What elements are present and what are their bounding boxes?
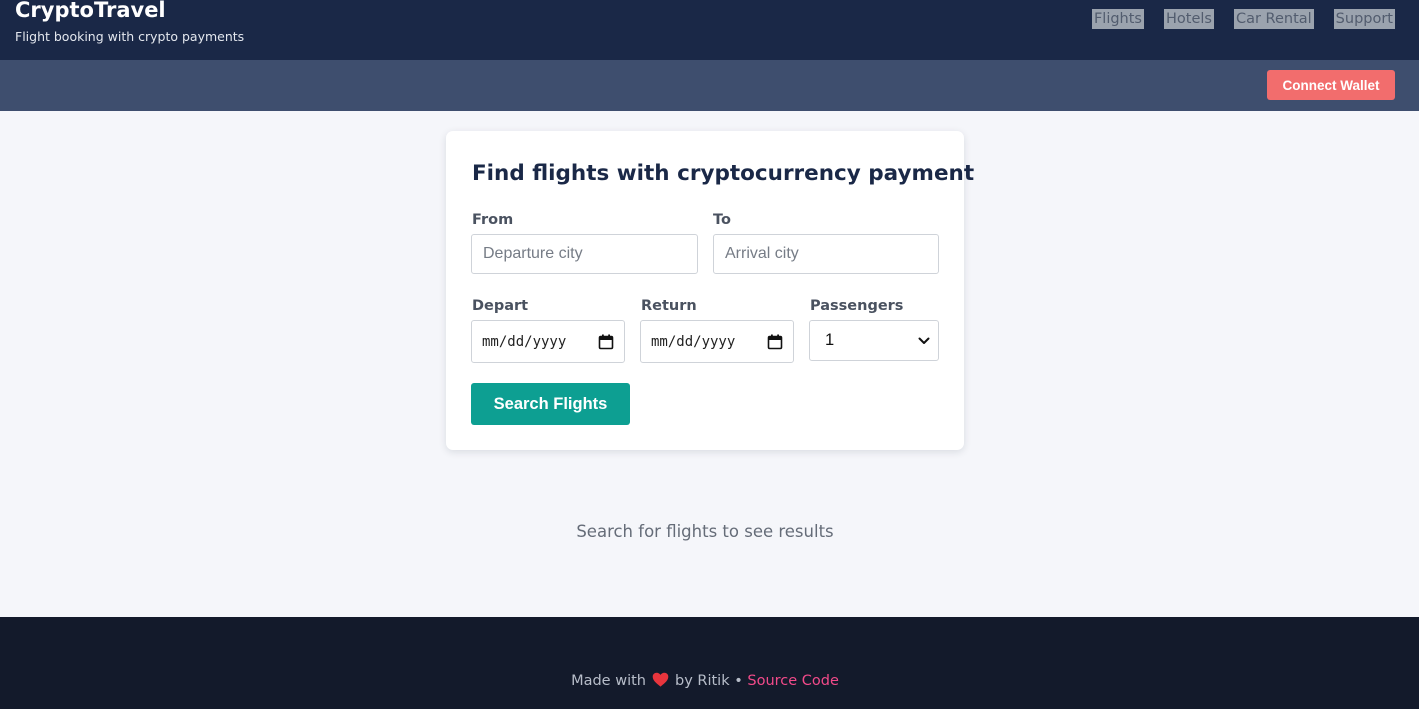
main-nav: Flights Hotels Car Rental Support [1072, 9, 1395, 29]
passengers-select[interactable]: 1 [809, 320, 939, 361]
flight-search-card: Find flights with cryptocurrency payment… [446, 131, 974, 450]
to-label: To [713, 212, 731, 228]
depart-date-input[interactable]: mm/dd/yyyy [471, 320, 625, 363]
source-code-link[interactable]: Source Code [747, 673, 839, 689]
footer-made-with: Made with [571, 673, 646, 689]
depart-date-value: mm/dd/yyyy [482, 333, 567, 350]
passengers-value: 1 [825, 331, 835, 349]
nav-link-car-rental[interactable]: Car Rental [1233, 9, 1314, 29]
nav-link-hotels[interactable]: Hotels [1163, 9, 1214, 29]
footer-author: by Ritik • [674, 673, 743, 689]
from-input[interactable] [471, 234, 698, 274]
search-heading: Find flights with cryptocurrency payment [472, 161, 975, 186]
top-navbar: CryptoTravel Flight booking with crypto … [0, 0, 1419, 60]
return-date-input[interactable]: mm/dd/yyyy [640, 320, 794, 363]
return-date-value: mm/dd/yyyy [651, 333, 736, 350]
footer: Made with by Ritik • Source Code [0, 617, 1419, 709]
return-label: Return [641, 298, 697, 314]
to-input[interactable] [713, 234, 939, 274]
brand-title[interactable]: CryptoTravel [15, 0, 166, 24]
footer-credits: Made with by Ritik • Source Code [0, 672, 1410, 689]
from-label: From [472, 212, 514, 228]
brand-subtitle: Flight booking with crypto payments [15, 29, 245, 44]
nav-link-flights[interactable]: Flights [1091, 9, 1144, 29]
search-flights-button[interactable]: Search Flights [471, 383, 630, 425]
nav-link-support[interactable]: Support [1333, 9, 1395, 29]
heart-icon [652, 672, 669, 687]
passengers-label: Passengers [810, 298, 904, 314]
wallet-bar: Connect Wallet [0, 60, 1419, 111]
connect-wallet-button[interactable]: Connect Wallet [1267, 70, 1395, 100]
calendar-icon[interactable] [598, 334, 614, 350]
calendar-icon[interactable] [767, 334, 783, 350]
chevron-down-icon [918, 337, 930, 344]
empty-results-message: Search for flights to see results [576, 522, 834, 541]
depart-label: Depart [472, 298, 529, 314]
